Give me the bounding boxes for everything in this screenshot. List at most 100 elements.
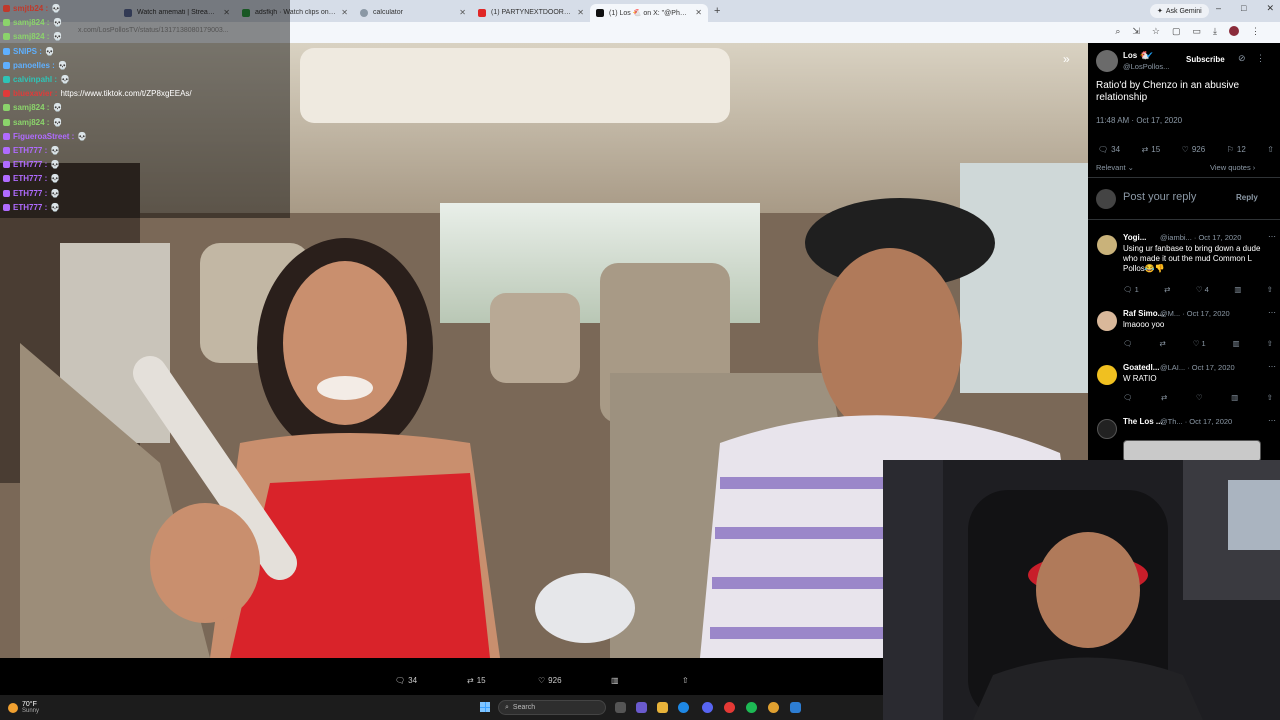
views-icon[interactable]: ▥ [1234,285,1241,294]
install-icon[interactable]: ⇲ [1132,26,1140,37]
reply-author[interactable]: Yogi... [1123,233,1146,242]
chat-username[interactable]: panoelles : [13,61,55,70]
share-icon[interactable]: ⇧ [1267,339,1273,348]
heart-icon[interactable]: ♡ 4 [1196,285,1209,294]
chat-username[interactable]: bluexavier : [13,89,57,98]
grok-icon[interactable]: ⊘ [1238,53,1246,64]
discord-icon[interactable] [702,702,713,713]
views-icon[interactable]: ▥ [1233,339,1240,348]
video-reply-action[interactable]: 🗨 34 [395,676,417,685]
collapse-chevron-icon[interactable]: » [1063,52,1070,66]
chat-username[interactable]: FigueroaStreet : [13,132,74,141]
share-icon[interactable]: ⇧ [1267,285,1273,294]
chat-username[interactable]: ETH777 : [13,203,47,212]
reply-more-icon[interactable]: ⋯ [1268,232,1276,241]
tab-x-active[interactable]: (1) Los 🐔 on X: "@Phontone ✕ [590,3,708,22]
chat-username[interactable]: samj824 : [13,32,49,41]
reply-icon[interactable]: 🗨 1 [1123,285,1139,294]
chat-username[interactable]: ETH777 : [13,174,47,183]
reply-action[interactable]: 🗨 34 [1098,145,1120,154]
video-repost-action[interactable]: ⇄ 15 [467,676,486,685]
close-window-button[interactable]: ✕ [1266,3,1274,14]
start-button[interactable] [480,702,490,712]
reply-icon[interactable]: 🗨 [1123,339,1133,348]
reply-icon[interactable]: 🗨 [1123,393,1133,402]
reply-avatar[interactable] [1097,419,1117,439]
reply-more-icon[interactable]: ⋯ [1268,308,1276,317]
reply-item[interactable]: Raf Simo... @M... · Oct 17, 2020 ⋯ lmaoo… [1088,308,1280,353]
reply-more-icon[interactable]: ⋯ [1268,416,1276,425]
weather-widget[interactable]: 70°F Sunny [8,701,39,715]
download-icon[interactable]: ⤓ [1213,26,1217,37]
reply-item[interactable]: Yogi... @iambi... · Oct 17, 2020 ⋯ Using… [1088,232,1280,294]
subscribe-button[interactable]: Subscribe [1186,55,1225,64]
reply-more-icon[interactable]: ⋯ [1268,362,1276,371]
reply-item[interactable]: Goatedl... @LAI... · Oct 17, 2020 ⋯ W RA… [1088,362,1280,407]
extensions-icon[interactable]: ▢ [1172,26,1181,37]
bookmark-action[interactable]: ⚐ 12 [1227,145,1246,154]
repost-icon[interactable]: ⇄ [1159,339,1165,348]
share-action[interactable]: ⇧ [1267,145,1274,154]
chat-username[interactable]: ETH777 : [13,160,47,169]
reply-composer[interactable]: Post your reply [1123,191,1196,203]
menu-dots-icon[interactable]: ⋮ [1251,26,1260,37]
chat-username[interactable]: samj824 : [13,118,49,127]
copilot-icon[interactable] [636,702,647,713]
repost-icon[interactable]: ⇄ [1161,393,1167,402]
chat-username[interactable]: calvinpahl : [13,75,57,84]
repost-action[interactable]: ⇄ 15 [1142,145,1161,154]
repost-icon[interactable]: ⇄ [1164,285,1170,294]
zoom-icon[interactable]: ⌕ [1115,26,1120,37]
new-tab-button[interactable]: + [714,5,720,17]
reply-author[interactable]: Raf Simo... [1123,309,1164,318]
reply-author[interactable]: Goatedl... [1123,363,1159,372]
bookmark-star-icon[interactable]: ☆ [1152,26,1160,37]
sidebar-icon[interactable]: ▭ [1193,26,1202,37]
reply-avatar[interactable] [1097,311,1117,331]
edge-icon[interactable] [678,702,689,713]
video-views-action[interactable]: ▥ [611,676,619,685]
video-share-action[interactable]: ⇧ [682,676,689,685]
share-icon[interactable]: ⇧ [1267,393,1273,402]
minimize-button[interactable]: – [1216,3,1221,14]
video-like-action[interactable]: ♡ 926 [538,676,562,685]
close-tab-icon[interactable]: ✕ [577,8,584,17]
tab-youtube[interactable]: (1) PARTYNEXTDOOR, Drake ✕ [472,4,590,22]
chrome-icon[interactable] [768,702,779,713]
close-tab-icon[interactable]: ✕ [695,8,702,17]
author-handle[interactable]: @LosPollos... [1123,62,1169,71]
spotify-icon[interactable] [746,702,757,713]
reply-author[interactable]: The Los ... [1123,417,1163,426]
chat-username[interactable]: ETH777 : [13,146,47,155]
reply-media-thumbnail[interactable] [1123,440,1261,460]
post-timestamp[interactable]: 11:48 AM · Oct 17, 2020 [1096,116,1182,125]
reply-avatar[interactable] [1097,365,1117,385]
reply-submit-button[interactable]: Reply [1236,193,1258,202]
views-icon[interactable]: ▥ [1231,393,1238,402]
app-icon[interactable] [724,702,735,713]
ask-gemini-button[interactable]: ✦ Ask Gemini [1150,4,1209,18]
chat-text[interactable]: https://www.tiktok.com/t/ZP8xgEEAs/ [60,89,191,98]
notepad-icon[interactable] [790,702,801,713]
view-quotes-link[interactable]: View quotes › [1210,163,1255,172]
close-tab-icon[interactable]: ✕ [459,8,466,17]
chat-username[interactable]: ETH777 : [13,189,47,198]
file-explorer-icon[interactable] [657,702,668,713]
taskbar-search[interactable]: ⌕ Search [498,700,606,715]
sort-relevant-dropdown[interactable]: Relevant ⌄ [1096,163,1134,172]
task-view-icon[interactable] [615,702,626,713]
author-avatar[interactable] [1096,50,1118,72]
chat-username[interactable]: smjtb24 : [13,4,48,13]
reply-avatar[interactable] [1097,235,1117,255]
heart-icon[interactable]: ♡ 1 [1193,339,1206,348]
maximize-button[interactable]: □ [1241,3,1246,14]
more-options-icon[interactable]: ⋮ [1256,53,1265,64]
like-action[interactable]: ♡ 926 [1182,145,1206,154]
close-tab-icon[interactable]: ✕ [341,8,348,17]
chat-username[interactable]: samj824 : [13,18,49,27]
chat-username[interactable]: SNIPS : [13,47,42,56]
profile-avatar[interactable] [1229,26,1239,36]
tab-calculator[interactable]: calculator ✕ [354,4,472,22]
heart-icon[interactable]: ♡ [1196,393,1203,402]
chat-username[interactable]: samj824 : [13,103,49,112]
